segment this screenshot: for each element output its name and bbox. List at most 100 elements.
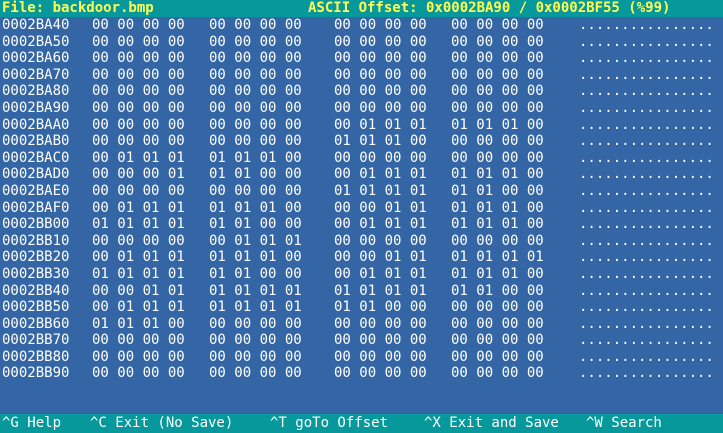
ascii-cell[interactable]: ................ xyxy=(579,183,714,200)
hex-group-4[interactable]: 00 00 00 00 xyxy=(451,133,544,150)
hex-group-3[interactable]: 00 00 00 00 xyxy=(334,150,427,167)
ascii-cell[interactable]: ................ xyxy=(579,283,714,300)
hex-group-3[interactable]: 01 01 01 01 xyxy=(334,183,427,200)
hex-group-4[interactable]: 00 00 00 00 xyxy=(451,50,544,67)
hex-group-3[interactable]: 00 01 01 01 xyxy=(334,216,427,233)
hex-group-1[interactable]: 00 01 01 01 xyxy=(92,299,185,316)
hex-group-3[interactable]: 00 00 01 01 xyxy=(334,249,427,266)
hex-group-1[interactable]: 01 01 01 01 xyxy=(92,216,185,233)
address-cell[interactable]: 0002BAA0 xyxy=(2,117,69,134)
hex-row[interactable]: 0002BB10 00 00 00 00 00 01 01 01 00 00 00 0… xyxy=(0,233,723,250)
hex-group-4[interactable]: 00 00 00 00 xyxy=(451,17,544,34)
hex-group-2[interactable]: 01 01 01 00 xyxy=(209,249,302,266)
hex-group-2[interactable]: 00 00 00 00 xyxy=(209,316,302,333)
address-cell[interactable]: 0002BAC0 xyxy=(2,150,69,167)
ascii-cell[interactable]: ................ xyxy=(579,316,714,333)
hex-group-3[interactable]: 00 00 00 00 xyxy=(334,67,427,84)
hex-group-2[interactable]: 00 00 00 00 xyxy=(209,349,302,366)
address-cell[interactable]: 0002BA70 xyxy=(2,67,69,84)
hex-group-1[interactable]: 00 00 00 00 xyxy=(92,133,185,150)
hex-group-1[interactable]: 00 00 00 00 xyxy=(92,365,185,382)
hex-group-4[interactable]: 00 00 00 00 xyxy=(451,299,544,316)
ascii-cell[interactable]: ................ xyxy=(579,100,714,117)
hex-group-4[interactable]: 01 01 01 00 xyxy=(451,117,544,134)
hex-group-4[interactable]: 00 00 00 00 xyxy=(451,100,544,117)
hex-group-4[interactable]: 00 00 00 00 xyxy=(451,233,544,250)
ascii-cell[interactable]: ................ xyxy=(579,266,714,283)
hex-group-2[interactable]: 00 00 00 00 xyxy=(209,100,302,117)
ascii-cell[interactable]: ................ xyxy=(579,133,714,150)
hex-group-3[interactable]: 00 00 00 00 xyxy=(334,233,427,250)
hex-group-2[interactable]: 01 01 01 01 xyxy=(209,299,302,316)
hex-group-1[interactable]: 00 00 00 00 xyxy=(92,349,185,366)
address-cell[interactable]: 0002BB30 xyxy=(2,266,69,283)
hex-row[interactable]: 0002BB30 01 01 01 01 01 01 00 00 00 01 01 0… xyxy=(0,266,723,283)
address-cell[interactable]: 0002BB60 xyxy=(2,316,69,333)
hex-group-2[interactable]: 01 01 01 00 xyxy=(209,150,302,167)
hex-group-2[interactable]: 00 00 00 00 xyxy=(209,34,302,51)
hex-group-1[interactable]: 00 00 00 00 xyxy=(92,83,185,100)
hex-group-4[interactable]: 00 00 00 00 xyxy=(451,67,544,84)
address-cell[interactable]: 0002BB50 xyxy=(2,299,69,316)
ascii-cell[interactable]: ................ xyxy=(579,34,714,51)
hex-row[interactable]: 0002BA50 00 00 00 00 00 00 00 00 00 00 00 0… xyxy=(0,34,723,51)
hex-row[interactable]: 0002BB40 00 00 01 01 01 01 01 01 01 01 01 0… xyxy=(0,283,723,300)
hex-group-4[interactable]: 00 00 00 00 xyxy=(451,34,544,51)
hex-group-4[interactable]: 00 00 00 00 xyxy=(451,83,544,100)
hex-group-2[interactable]: 00 01 01 01 xyxy=(209,233,302,250)
hex-group-3[interactable]: 00 01 01 01 xyxy=(334,117,427,134)
hex-group-1[interactable]: 00 00 00 00 xyxy=(92,117,185,134)
hex-group-3[interactable]: 01 01 01 01 xyxy=(334,283,427,300)
hex-group-2[interactable]: 00 00 00 00 xyxy=(209,183,302,200)
hex-row[interactable]: 0002BB50 00 01 01 01 01 01 01 01 01 01 00 0… xyxy=(0,299,723,316)
hex-group-4[interactable]: 00 00 00 00 xyxy=(451,332,544,349)
hex-group-1[interactable]: 00 00 00 00 xyxy=(92,67,185,84)
hex-row[interactable]: 0002BA80 00 00 00 00 00 00 00 00 00 00 00 0… xyxy=(0,83,723,100)
hex-group-1[interactable]: 01 01 01 01 xyxy=(92,266,185,283)
ascii-cell[interactable]: ................ xyxy=(579,249,714,266)
hex-group-2[interactable]: 00 00 00 00 xyxy=(209,117,302,134)
ascii-cell[interactable]: ................ xyxy=(579,365,714,382)
ascii-cell[interactable]: ................ xyxy=(579,83,714,100)
hex-row[interactable]: 0002BB80 00 00 00 00 00 00 00 00 00 00 00 0… xyxy=(0,349,723,366)
hex-group-3[interactable]: 00 00 00 00 xyxy=(334,365,427,382)
hex-group-1[interactable]: 00 00 00 00 xyxy=(92,332,185,349)
address-cell[interactable]: 0002BA90 xyxy=(2,100,69,117)
hex-group-3[interactable]: 00 01 01 01 xyxy=(334,266,427,283)
hex-row[interactable]: 0002BAA0 00 00 00 00 00 00 00 00 00 01 01 0… xyxy=(0,117,723,134)
hex-dump[interactable]: 0002BA40 00 00 00 00 00 00 00 00 00 00 00 0… xyxy=(0,17,723,382)
address-cell[interactable]: 0002BB80 xyxy=(2,349,69,366)
hex-group-4[interactable]: 00 00 00 00 xyxy=(451,316,544,333)
search-shortcut[interactable]: ^W Search xyxy=(586,415,662,432)
hex-group-1[interactable]: 01 01 01 00 xyxy=(92,316,185,333)
hex-row[interactable]: 0002BB20 00 01 01 01 01 01 01 00 00 00 01 0… xyxy=(0,249,723,266)
hex-group-1[interactable]: 00 00 00 00 xyxy=(92,183,185,200)
hex-group-1[interactable]: 00 01 01 01 xyxy=(92,200,185,217)
ascii-cell[interactable]: ................ xyxy=(579,200,714,217)
hex-group-4[interactable]: 00 00 00 00 xyxy=(451,349,544,366)
address-cell[interactable]: 0002BA60 xyxy=(2,50,69,67)
ascii-cell[interactable]: ................ xyxy=(579,17,714,34)
hex-group-1[interactable]: 00 01 01 01 xyxy=(92,249,185,266)
address-cell[interactable]: 0002BAB0 xyxy=(2,133,69,150)
address-cell[interactable]: 0002BA80 xyxy=(2,83,69,100)
hex-group-2[interactable]: 01 01 01 01 xyxy=(209,283,302,300)
hex-group-2[interactable]: 00 00 00 00 xyxy=(209,332,302,349)
hex-group-2[interactable]: 01 01 01 00 xyxy=(209,200,302,217)
hex-group-3[interactable]: 00 00 00 00 xyxy=(334,83,427,100)
hex-group-1[interactable]: 00 00 00 00 xyxy=(92,17,185,34)
ascii-cell[interactable]: ................ xyxy=(579,150,714,167)
hex-group-2[interactable]: 00 00 00 00 xyxy=(209,67,302,84)
ascii-cell[interactable]: ................ xyxy=(579,233,714,250)
address-cell[interactable]: 0002BAD0 xyxy=(2,166,69,183)
address-cell[interactable]: 0002BB20 xyxy=(2,249,69,266)
hex-group-3[interactable]: 00 00 00 00 xyxy=(334,332,427,349)
exit-no-save-shortcut[interactable]: ^C Exit (No Save) xyxy=(90,415,233,432)
hex-group-3[interactable]: 01 01 01 00 xyxy=(334,133,427,150)
hex-group-1[interactable]: 00 00 00 00 xyxy=(92,34,185,51)
hex-row[interactable]: 0002BA60 00 00 00 00 00 00 00 00 00 00 00 0… xyxy=(0,50,723,67)
address-cell[interactable]: 0002BA40 xyxy=(2,17,69,34)
hex-group-4[interactable]: 01 01 01 00 xyxy=(451,200,544,217)
hex-row[interactable]: 0002BAF0 00 01 01 01 01 01 01 00 00 00 01 0… xyxy=(0,200,723,217)
ascii-cell[interactable]: ................ xyxy=(579,299,714,316)
